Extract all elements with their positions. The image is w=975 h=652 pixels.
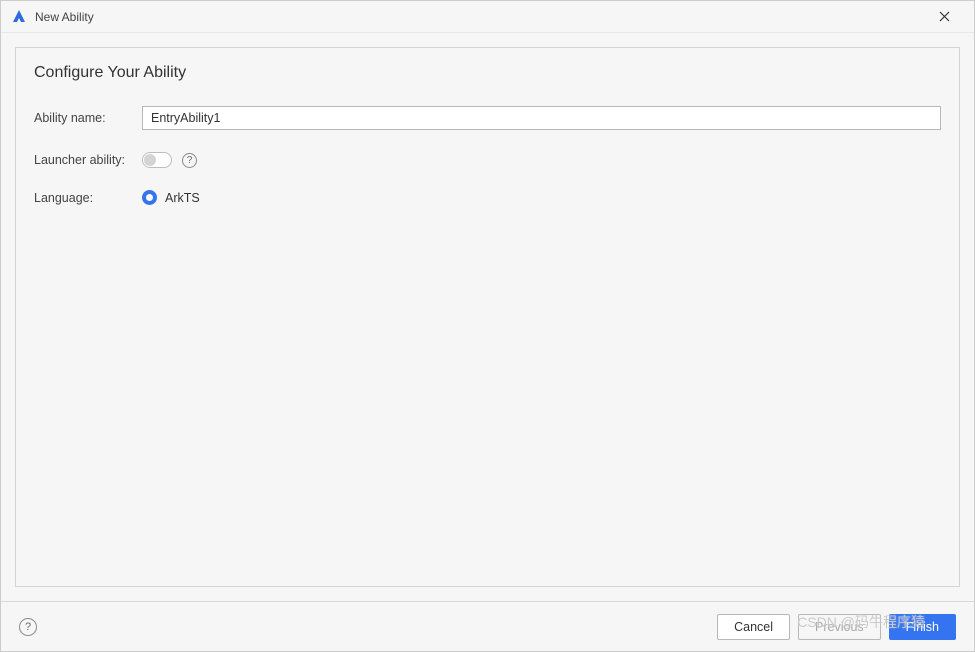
ability-name-label: Ability name: <box>34 111 142 125</box>
content-panel: Configure Your Ability Ability name: Lau… <box>15 47 960 587</box>
language-radio-label: ArkTS <box>165 191 200 205</box>
finish-button[interactable]: Finish <box>889 614 956 640</box>
launcher-ability-label: Launcher ability: <box>34 153 142 167</box>
section-title: Configure Your Ability <box>34 64 941 82</box>
previous-button: Previous <box>798 614 881 640</box>
footer: ? Cancel Previous Finish <box>1 601 974 651</box>
row-language: Language: ArkTS <box>34 190 941 205</box>
language-radio-arkts[interactable] <box>142 190 157 205</box>
titlebar: New Ability <box>1 1 974 33</box>
language-label: Language: <box>34 191 142 205</box>
row-launcher-ability: Launcher ability: ? <box>34 152 941 168</box>
help-icon[interactable]: ? <box>182 153 197 168</box>
footer-help-icon[interactable]: ? <box>19 618 37 636</box>
launcher-ability-toggle[interactable] <box>142 152 172 168</box>
close-button[interactable] <box>924 3 964 31</box>
toggle-knob <box>144 154 156 166</box>
window-title: New Ability <box>35 10 924 24</box>
dialog-window: New Ability Configure Your Ability Abili… <box>0 0 975 652</box>
language-radio-group: ArkTS <box>142 190 200 205</box>
content-wrapper: Configure Your Ability Ability name: Lau… <box>1 33 974 601</box>
app-icon <box>11 9 27 25</box>
cancel-button[interactable]: Cancel <box>717 614 790 640</box>
row-ability-name: Ability name: <box>34 106 941 130</box>
ability-name-input[interactable] <box>142 106 941 130</box>
